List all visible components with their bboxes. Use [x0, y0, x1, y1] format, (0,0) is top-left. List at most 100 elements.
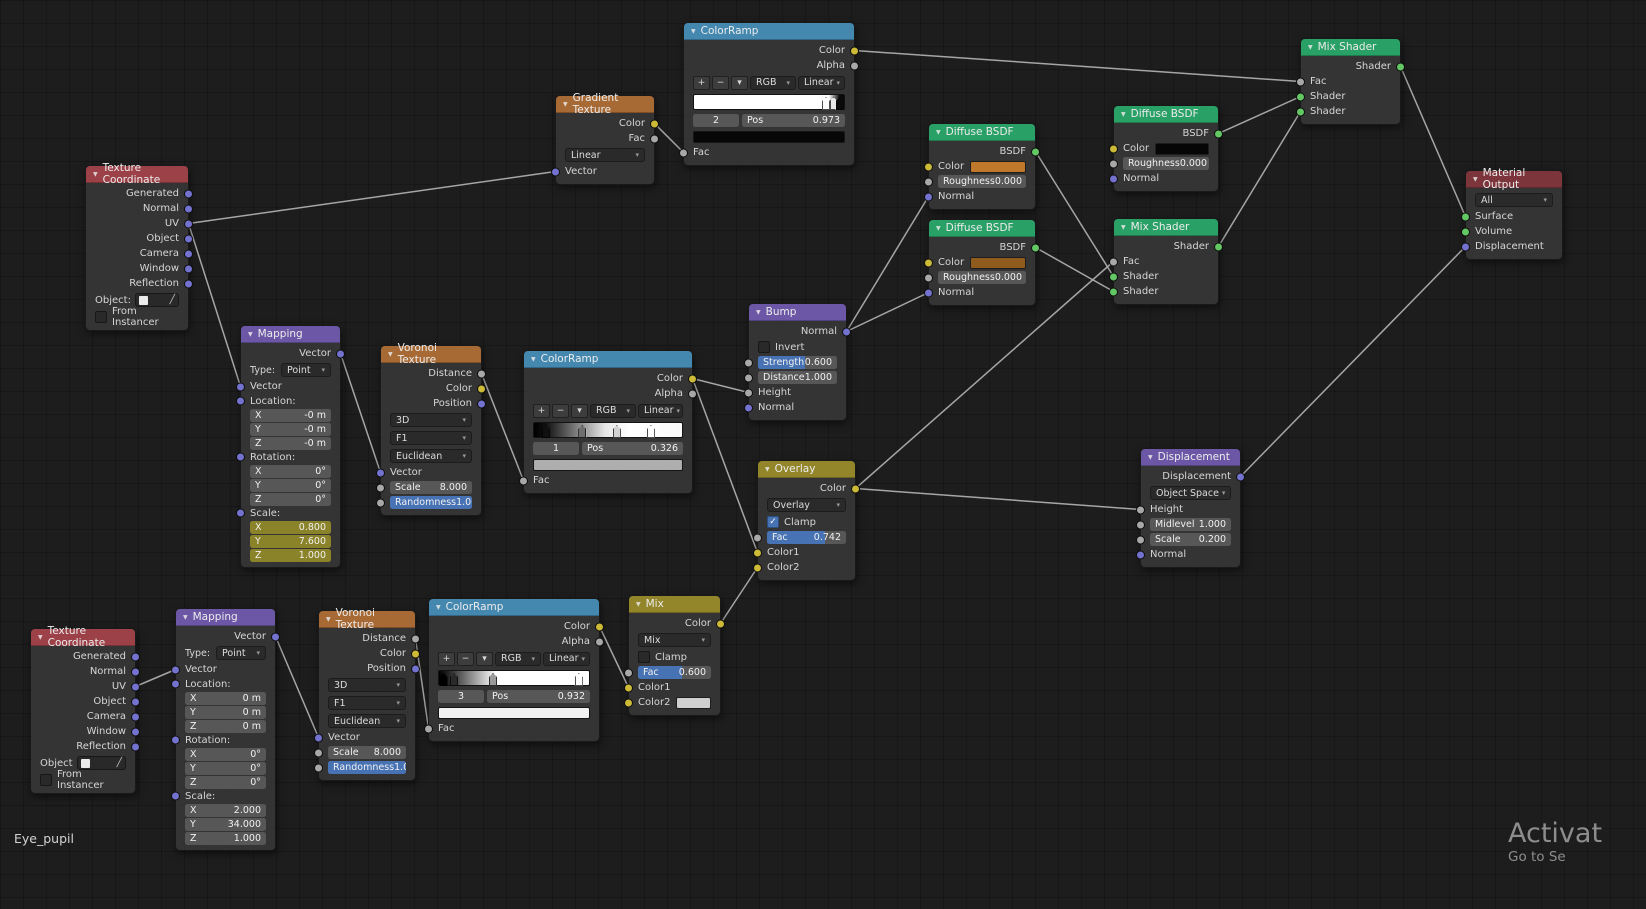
checkbox[interactable]	[95, 311, 107, 323]
node-mapping-mid[interactable]: ▼ Mapping Vector Type: Point ▾ Vector Location:…	[236, 325, 345, 568]
collapse-icon[interactable]: ▼	[1308, 44, 1313, 51]
node-header[interactable]: ▼ ColorRamp	[684, 23, 854, 40]
bsdf-socket[interactable]	[1214, 129, 1223, 138]
index-field[interactable]: 2	[693, 114, 739, 127]
node-mixshader-mid[interactable]: ▼ Mix Shader Shader Fac Shader Shader	[1109, 218, 1223, 305]
ramp-options-button[interactable]: ▾	[731, 75, 748, 90]
collapse-icon[interactable]: ▼	[765, 466, 770, 473]
remove-stop-button[interactable]: −	[712, 75, 729, 90]
number-field[interactable]: Roughness 0.000	[1123, 157, 1209, 170]
vector-out-socket[interactable]	[271, 632, 280, 641]
fac-socket[interactable]	[679, 148, 688, 157]
normal-socket[interactable]	[924, 192, 933, 201]
randomness-socket[interactable]	[376, 498, 385, 507]
slider-field[interactable]: Randomness1.000	[328, 761, 406, 774]
node-header[interactable]: ▼ Gradient Texture	[556, 92, 654, 116]
collapse-icon[interactable]: ▼	[756, 309, 761, 316]
color-swatch[interactable]	[970, 256, 1026, 269]
axis-field[interactable]: Z 1.000	[185, 831, 266, 845]
node-editor-canvas[interactable]: Eye_pupil Activat Go to Se ▼ Texture Coor…	[0, 0, 1646, 909]
dropdown[interactable]: Point ▾	[281, 363, 331, 377]
node-header[interactable]: ▼ Material Output	[1466, 167, 1562, 191]
fac-socket[interactable]	[519, 476, 528, 485]
dropdown[interactable]: F1 ▾	[390, 431, 472, 445]
collapse-icon[interactable]: ▼	[1121, 111, 1126, 118]
node-voronoi-mid[interactable]: ▼ Voronoi Texture Distance Color Position 3D ▾…	[376, 342, 486, 516]
collapse-icon[interactable]: ▼	[531, 356, 536, 363]
axis-field[interactable]: X 0°	[185, 747, 266, 761]
dropdown[interactable]: All ▾	[1475, 193, 1553, 207]
number-field[interactable]: Roughness 0.000	[938, 175, 1026, 188]
location-socket[interactable]	[171, 679, 180, 689]
scale-socket[interactable]	[171, 791, 180, 801]
node-header[interactable]: ▼ Diffuse BSDF	[1114, 106, 1218, 123]
collapse-icon[interactable]: ▼	[1121, 224, 1126, 231]
distance-socket[interactable]	[477, 369, 486, 378]
position-socket[interactable]	[477, 399, 486, 408]
generated-socket[interactable]	[184, 189, 193, 198]
alpha-socket[interactable]	[850, 61, 859, 70]
dropdown[interactable]: Euclidean ▾	[390, 449, 472, 463]
ramp-options-button[interactable]: ▾	[476, 651, 493, 666]
pos-field[interactable]: Pos 0.326	[582, 442, 683, 455]
height-socket[interactable]	[744, 388, 753, 397]
add-stop-button[interactable]: +	[533, 403, 550, 418]
scale-socket[interactable]	[236, 508, 245, 518]
node-voronoi-bottom[interactable]: ▼ Voronoi Texture Distance Color Position 3D ▾…	[314, 607, 420, 781]
normal-socket[interactable]	[924, 288, 933, 297]
node-mix[interactable]: ▼ Mix Color Mix ▾ Clamp Fac 0.600 Color1 Color2	[624, 595, 725, 716]
remove-stop-button[interactable]: −	[552, 403, 569, 418]
fac-socket[interactable]	[650, 134, 659, 143]
number-field[interactable]: Roughness 0.000	[938, 271, 1026, 284]
node-overlay[interactable]: ▼ Overlay Color Overlay ▾ ✓ Clamp Fac 0.742 Color…	[753, 460, 860, 581]
camera-socket[interactable]	[184, 249, 193, 258]
axis-field[interactable]: Z 0 m	[185, 719, 266, 733]
uv-socket[interactable]	[184, 219, 193, 228]
color2-socket[interactable]	[753, 563, 762, 572]
remove-stop-button[interactable]: −	[457, 651, 474, 666]
node-header[interactable]: ▼ Mix	[629, 596, 720, 613]
node-header[interactable]: ▼ Diffuse BSDF	[929, 220, 1035, 237]
vector-socket[interactable]	[314, 733, 323, 742]
node-header[interactable]: ▼ Bump	[749, 304, 846, 321]
uv-socket[interactable]	[131, 682, 140, 691]
dropdown[interactable]: Overlay ▾	[767, 498, 846, 512]
checkbox[interactable]	[40, 774, 52, 786]
selected-color-bar[interactable]	[693, 131, 845, 143]
ramp-marker[interactable]	[646, 425, 655, 438]
index-field[interactable]: 3	[438, 690, 484, 703]
color-mode-dropdown[interactable]: RGB ▾	[495, 651, 541, 666]
shader1-socket[interactable]	[1109, 272, 1118, 281]
object-socket[interactable]	[131, 697, 140, 706]
axis-field[interactable]: Y 0 m	[185, 705, 266, 719]
dropdown[interactable]: Object Space ▾	[1150, 486, 1231, 500]
fac-socket[interactable]	[1296, 77, 1305, 86]
node-gradient-texture[interactable]: ▼ Gradient Texture Color Fac Linear ▾ Vector	[551, 92, 659, 185]
number-field[interactable]: Scale 8.000	[328, 746, 406, 759]
node-colorramp-mid[interactable]: ▼ ColorRamp Color Alpha + − ▾ RGB ▾ Linear ▾ 1 Pos 0.…	[519, 350, 697, 494]
axis-field[interactable]: Z 1.000	[250, 548, 331, 562]
checkbox[interactable]	[638, 651, 650, 663]
collapse-icon[interactable]: ▼	[636, 601, 641, 608]
node-header[interactable]: ▼ Texture Coordinate	[31, 625, 135, 649]
node-texcoord-bottom[interactable]: ▼ Texture Coordinate Generated Normal UV Obje…	[30, 625, 140, 794]
distance-socket[interactable]	[744, 373, 753, 382]
color-swatch[interactable]	[970, 160, 1026, 173]
node-header[interactable]: ▼ Voronoi Texture	[319, 607, 415, 631]
collapse-icon[interactable]: ▼	[93, 171, 98, 178]
node-bump[interactable]: ▼ Bump Normal Invert Strength 0.600 Distance 1.…	[744, 303, 851, 421]
collapse-icon[interactable]: ▼	[183, 614, 188, 621]
color-socket[interactable]	[688, 374, 697, 383]
randomness-socket[interactable]	[314, 763, 323, 772]
checkbox[interactable]	[758, 341, 770, 353]
collapse-icon[interactable]: ▼	[248, 331, 253, 338]
axis-field[interactable]: Y 7.600	[250, 534, 331, 548]
pos-field[interactable]: Pos 0.932	[487, 690, 590, 703]
reflection-socket[interactable]	[131, 742, 140, 751]
collapse-icon[interactable]: ▼	[691, 28, 696, 35]
ramp-marker[interactable]	[541, 425, 550, 438]
color-socket[interactable]	[477, 384, 486, 393]
volume-socket[interactable]	[1461, 227, 1470, 236]
axis-field[interactable]: X 0.800	[250, 520, 331, 534]
node-header[interactable]: ▼ Mix Shader	[1114, 219, 1218, 236]
